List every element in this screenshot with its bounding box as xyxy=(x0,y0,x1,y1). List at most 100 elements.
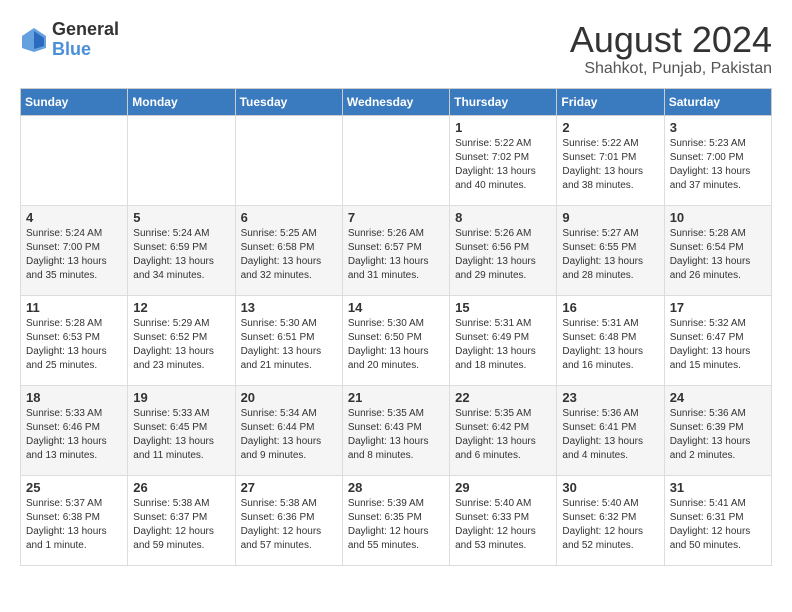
calendar-week-5: 25Sunrise: 5:37 AM Sunset: 6:38 PM Dayli… xyxy=(21,475,772,565)
header-day-wednesday: Wednesday xyxy=(342,88,449,115)
day-number: 19 xyxy=(133,390,229,405)
calendar-cell xyxy=(128,115,235,205)
day-info: Sunrise: 5:28 AM Sunset: 6:53 PM Dayligh… xyxy=(26,317,122,373)
day-info: Sunrise: 5:37 AM Sunset: 6:38 PM Dayligh… xyxy=(26,497,122,553)
calendar-cell: 1Sunrise: 5:22 AM Sunset: 7:02 PM Daylig… xyxy=(450,115,557,205)
calendar-cell: 12 Sunrise: 5:29 AM Sunset: 6:52 PM Dayli… xyxy=(128,295,235,385)
day-number: 15 xyxy=(455,300,551,315)
calendar-body: 1Sunrise: 5:22 AM Sunset: 7:02 PM Daylig… xyxy=(21,115,772,565)
day-info: Sunrise: 5:38 AM Sunset: 6:37 PM Dayligh… xyxy=(133,497,229,553)
day-number: 31 xyxy=(670,480,766,495)
calendar-cell: 31 Sunrise: 5:41 AM Sunset: 6:31 PM Dayli… xyxy=(664,475,771,565)
logo-general: General xyxy=(52,20,119,40)
calendar-cell xyxy=(342,115,449,205)
day-info: Sunrise: 5:36 AM Sunset: 6:39 PM Dayligh… xyxy=(670,407,766,463)
calendar-cell: 2 Sunrise: 5:22 AM Sunset: 7:01 PM Daylig… xyxy=(557,115,664,205)
calendar-cell: 29 Sunrise: 5:40 AM Sunset: 6:33 PM Dayli… xyxy=(450,475,557,565)
calendar-cell: 8Sunrise: 5:26 AM Sunset: 6:56 PM Daylig… xyxy=(450,205,557,295)
calendar-cell: 7Sunrise: 5:26 AM Sunset: 6:57 PM Daylig… xyxy=(342,205,449,295)
day-number: 11 xyxy=(26,300,122,315)
calendar-cell: 17Sunrise: 5:32 AM Sunset: 6:47 PM Dayli… xyxy=(664,295,771,385)
calendar-cell: 10 Sunrise: 5:28 AM Sunset: 6:54 PM Dayli… xyxy=(664,205,771,295)
calendar-cell: 19 Sunrise: 5:33 AM Sunset: 6:45 PM Dayli… xyxy=(128,385,235,475)
day-info: Sunrise: 5:22 AM Sunset: 7:02 PM Dayligh… xyxy=(455,137,551,193)
calendar-cell: 6 Sunrise: 5:25 AM Sunset: 6:58 PM Daylig… xyxy=(235,205,342,295)
title-area: August 2024 Shahkot, Punjab, Pakistan xyxy=(570,20,772,78)
day-info: Sunrise: 5:40 AM Sunset: 6:33 PM Dayligh… xyxy=(455,497,551,553)
header-day-sunday: Sunday xyxy=(21,88,128,115)
day-number: 13 xyxy=(241,300,337,315)
day-number: 3 xyxy=(670,120,766,135)
calendar-cell: 28 Sunrise: 5:39 AM Sunset: 6:35 PM Dayli… xyxy=(342,475,449,565)
calendar-cell: 21Sunrise: 5:35 AM Sunset: 6:43 PM Dayli… xyxy=(342,385,449,475)
day-number: 8 xyxy=(455,210,551,225)
day-number: 4 xyxy=(26,210,122,225)
logo-blue: Blue xyxy=(52,40,119,60)
day-info: Sunrise: 5:39 AM Sunset: 6:35 PM Dayligh… xyxy=(348,497,444,553)
day-info: Sunrise: 5:29 AM Sunset: 6:52 PM Dayligh… xyxy=(133,317,229,373)
calendar-cell: 30 Sunrise: 5:40 AM Sunset: 6:32 PM Dayli… xyxy=(557,475,664,565)
calendar-week-1: 1Sunrise: 5:22 AM Sunset: 7:02 PM Daylig… xyxy=(21,115,772,205)
day-number: 27 xyxy=(241,480,337,495)
calendar-cell: 5 Sunrise: 5:24 AM Sunset: 6:59 PM Daylig… xyxy=(128,205,235,295)
calendar-week-4: 18Sunrise: 5:33 AM Sunset: 6:46 PM Dayli… xyxy=(21,385,772,475)
header-row: SundayMondayTuesdayWednesdayThursdayFrid… xyxy=(21,88,772,115)
calendar-cell: 27 Sunrise: 5:38 AM Sunset: 6:36 PM Dayli… xyxy=(235,475,342,565)
logo: General Blue xyxy=(20,20,119,60)
day-number: 12 xyxy=(133,300,229,315)
main-title: August 2024 xyxy=(570,20,772,60)
day-info: Sunrise: 5:32 AM Sunset: 6:47 PM Dayligh… xyxy=(670,317,766,373)
day-info: Sunrise: 5:41 AM Sunset: 6:31 PM Dayligh… xyxy=(670,497,766,553)
day-info: Sunrise: 5:24 AM Sunset: 6:59 PM Dayligh… xyxy=(133,227,229,283)
day-number: 28 xyxy=(348,480,444,495)
calendar-cell: 15Sunrise: 5:31 AM Sunset: 6:49 PM Dayli… xyxy=(450,295,557,385)
day-info: Sunrise: 5:33 AM Sunset: 6:46 PM Dayligh… xyxy=(26,407,122,463)
day-number: 9 xyxy=(562,210,658,225)
header: General Blue August 2024 Shahkot, Punjab… xyxy=(20,20,772,78)
calendar-cell: 22Sunrise: 5:35 AM Sunset: 6:42 PM Dayli… xyxy=(450,385,557,475)
day-info: Sunrise: 5:22 AM Sunset: 7:01 PM Dayligh… xyxy=(562,137,658,193)
day-number: 10 xyxy=(670,210,766,225)
day-info: Sunrise: 5:27 AM Sunset: 6:55 PM Dayligh… xyxy=(562,227,658,283)
day-info: Sunrise: 5:33 AM Sunset: 6:45 PM Dayligh… xyxy=(133,407,229,463)
calendar-cell: 4Sunrise: 5:24 AM Sunset: 7:00 PM Daylig… xyxy=(21,205,128,295)
logo-icon xyxy=(20,26,48,54)
day-info: Sunrise: 5:38 AM Sunset: 6:36 PM Dayligh… xyxy=(241,497,337,553)
calendar-cell: 13 Sunrise: 5:30 AM Sunset: 6:51 PM Dayli… xyxy=(235,295,342,385)
day-info: Sunrise: 5:36 AM Sunset: 6:41 PM Dayligh… xyxy=(562,407,658,463)
calendar-cell: 3 Sunrise: 5:23 AM Sunset: 7:00 PM Daylig… xyxy=(664,115,771,205)
calendar-cell: 9 Sunrise: 5:27 AM Sunset: 6:55 PM Daylig… xyxy=(557,205,664,295)
day-number: 7 xyxy=(348,210,444,225)
day-info: Sunrise: 5:35 AM Sunset: 6:42 PM Dayligh… xyxy=(455,407,551,463)
day-info: Sunrise: 5:35 AM Sunset: 6:43 PM Dayligh… xyxy=(348,407,444,463)
day-number: 26 xyxy=(133,480,229,495)
calendar-table: SundayMondayTuesdayWednesdayThursdayFrid… xyxy=(20,88,772,566)
day-number: 16 xyxy=(562,300,658,315)
calendar-cell: 24 Sunrise: 5:36 AM Sunset: 6:39 PM Dayli… xyxy=(664,385,771,475)
day-number: 2 xyxy=(562,120,658,135)
header-day-friday: Friday xyxy=(557,88,664,115)
header-day-tuesday: Tuesday xyxy=(235,88,342,115)
calendar-week-2: 4Sunrise: 5:24 AM Sunset: 7:00 PM Daylig… xyxy=(21,205,772,295)
calendar-cell: 14Sunrise: 5:30 AM Sunset: 6:50 PM Dayli… xyxy=(342,295,449,385)
day-number: 6 xyxy=(241,210,337,225)
day-number: 30 xyxy=(562,480,658,495)
day-number: 20 xyxy=(241,390,337,405)
calendar-cell: 25Sunrise: 5:37 AM Sunset: 6:38 PM Dayli… xyxy=(21,475,128,565)
calendar-cell: 11 Sunrise: 5:28 AM Sunset: 6:53 PM Dayli… xyxy=(21,295,128,385)
header-day-saturday: Saturday xyxy=(664,88,771,115)
day-number: 29 xyxy=(455,480,551,495)
day-info: Sunrise: 5:30 AM Sunset: 6:51 PM Dayligh… xyxy=(241,317,337,373)
day-info: Sunrise: 5:28 AM Sunset: 6:54 PM Dayligh… xyxy=(670,227,766,283)
day-number: 24 xyxy=(670,390,766,405)
day-info: Sunrise: 5:23 AM Sunset: 7:00 PM Dayligh… xyxy=(670,137,766,193)
header-day-thursday: Thursday xyxy=(450,88,557,115)
header-day-monday: Monday xyxy=(128,88,235,115)
day-info: Sunrise: 5:40 AM Sunset: 6:32 PM Dayligh… xyxy=(562,497,658,553)
day-info: Sunrise: 5:25 AM Sunset: 6:58 PM Dayligh… xyxy=(241,227,337,283)
calendar-cell: 16Sunrise: 5:31 AM Sunset: 6:48 PM Dayli… xyxy=(557,295,664,385)
day-number: 5 xyxy=(133,210,229,225)
calendar-cell: 18Sunrise: 5:33 AM Sunset: 6:46 PM Dayli… xyxy=(21,385,128,475)
calendar-cell xyxy=(21,115,128,205)
day-number: 14 xyxy=(348,300,444,315)
